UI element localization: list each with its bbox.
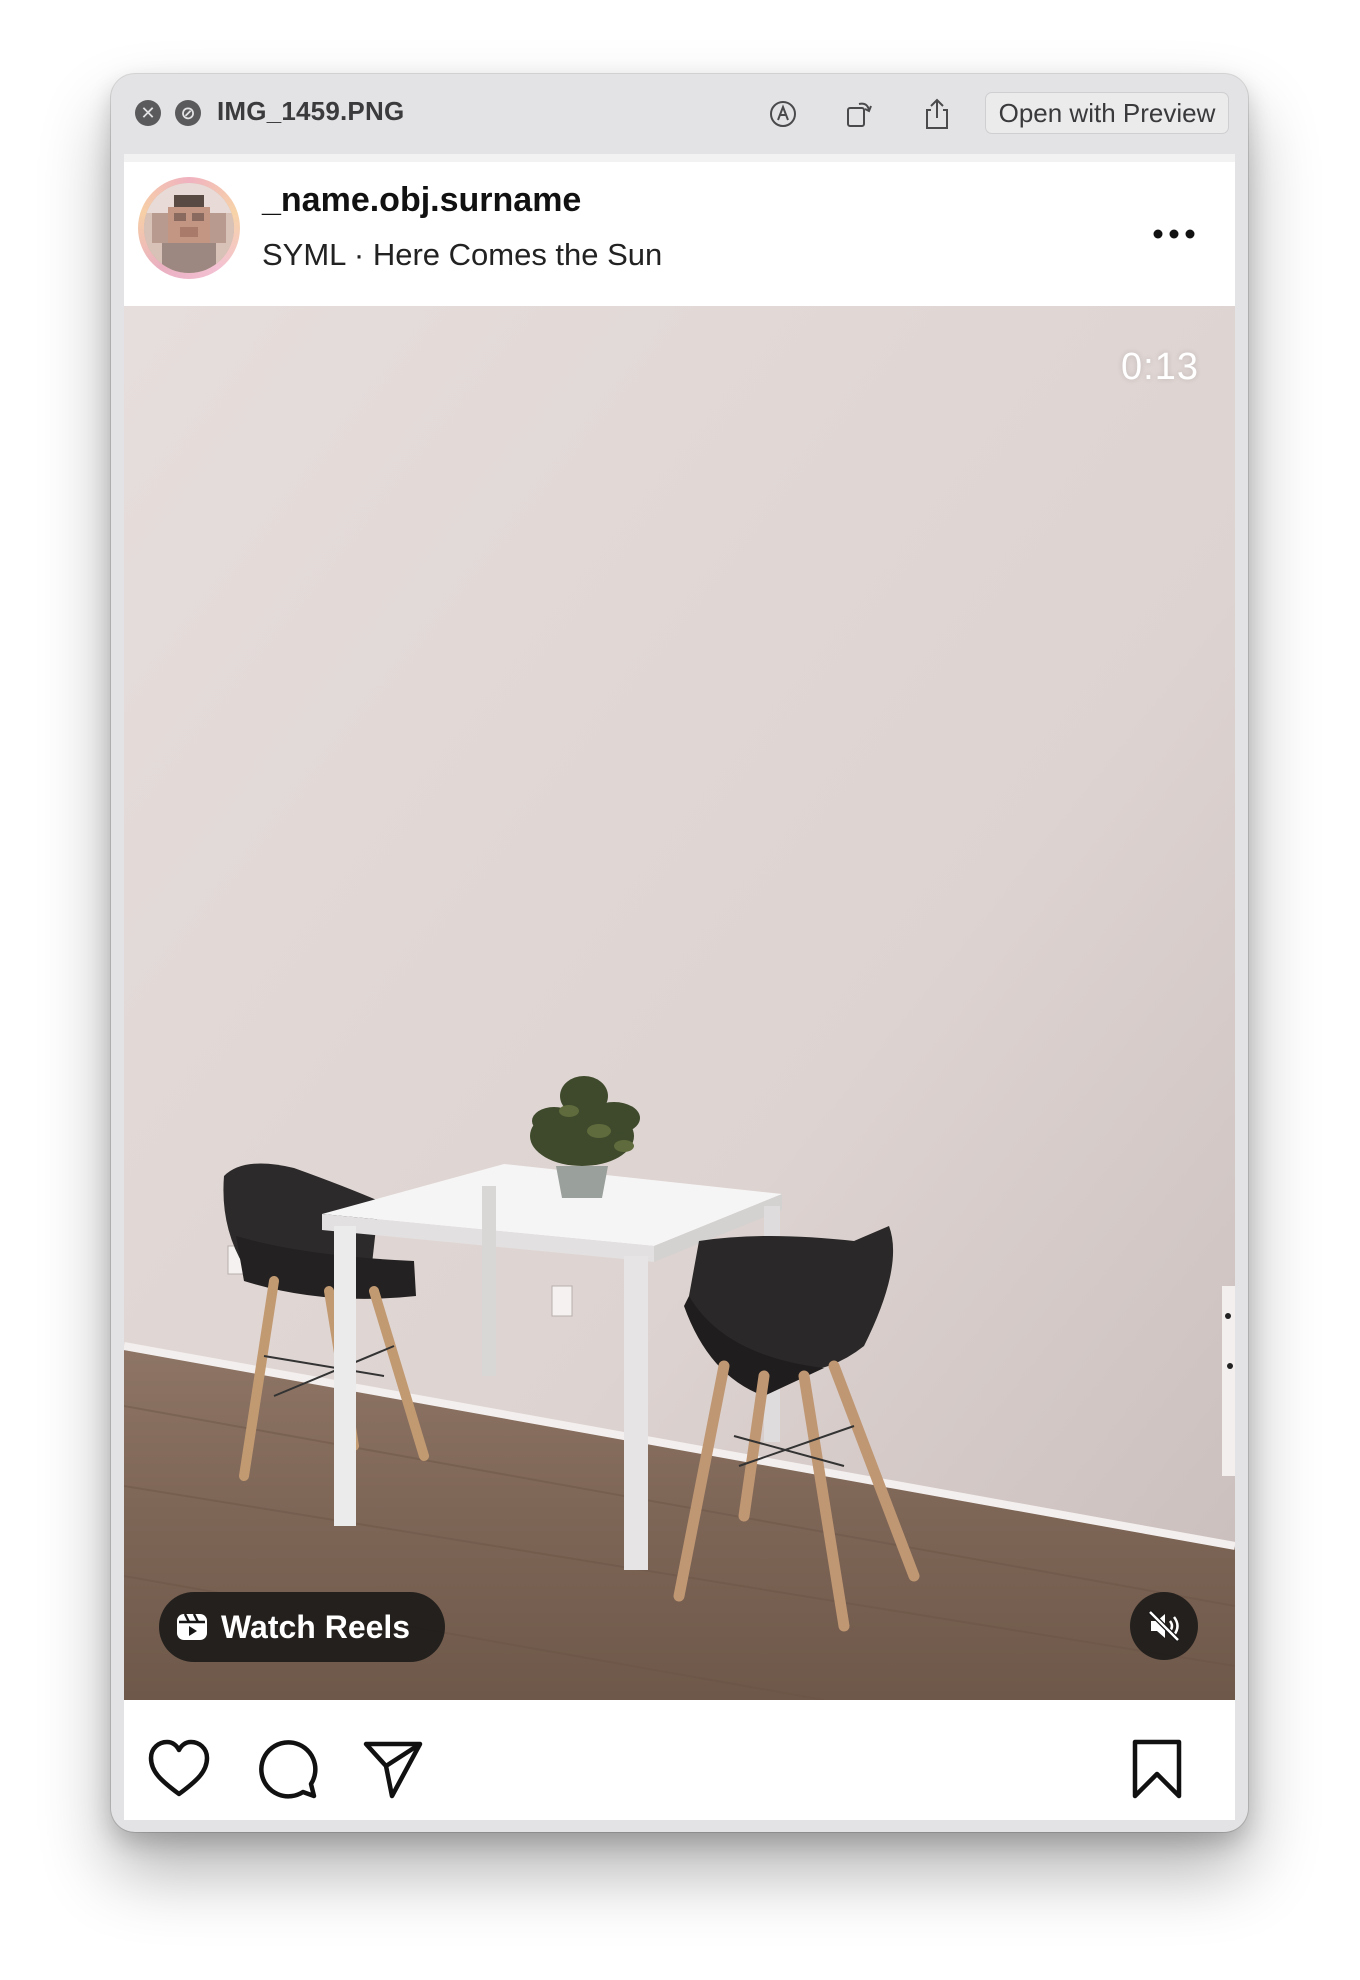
title-bar: ✕ ⊘ IMG_1459.PNG Open with Preview — [111, 74, 1248, 152]
comment-icon[interactable] — [254, 1738, 320, 1800]
bookmark-icon[interactable] — [1124, 1738, 1190, 1800]
markup-icon[interactable] — [763, 94, 803, 134]
open-with-preview-button[interactable]: Open with Preview — [985, 92, 1229, 134]
rotate-icon[interactable] — [839, 94, 879, 134]
watch-reels-button[interactable]: Watch Reels — [159, 1592, 445, 1662]
avatar-image — [144, 183, 234, 273]
muted-speaker-icon[interactable] — [1130, 1592, 1198, 1660]
post-actions-bar — [124, 1700, 1235, 1820]
room-scene-image — [124, 306, 1235, 1700]
heart-icon[interactable] — [146, 1738, 212, 1800]
reels-icon — [175, 1610, 209, 1644]
post-username[interactable]: _name.obj.surname — [262, 181, 581, 220]
fullscreen-icon[interactable]: ⊘ — [175, 100, 201, 126]
send-icon[interactable] — [360, 1738, 426, 1800]
avatar[interactable] — [138, 177, 240, 279]
window-title: IMG_1459.PNG — [217, 96, 405, 126]
more-options-icon[interactable] — [1144, 216, 1204, 252]
close-icon[interactable]: ✕ — [135, 100, 161, 126]
watch-reels-label: Watch Reels — [221, 1608, 411, 1645]
post-audio-subtitle[interactable]: SYML · Here Comes the Sun — [262, 237, 662, 273]
instagram-post: _name.obj.surname SYML · Here Comes the … — [124, 154, 1235, 1820]
video-timer: 0:13 — [1121, 346, 1199, 388]
share-icon[interactable] — [917, 94, 957, 134]
reel-video[interactable]: 0:13 Watch Reels — [124, 306, 1235, 1700]
top-divider — [124, 154, 1235, 162]
quicklook-window: ✕ ⊘ IMG_1459.PNG Open with Preview _name… — [111, 74, 1248, 1832]
